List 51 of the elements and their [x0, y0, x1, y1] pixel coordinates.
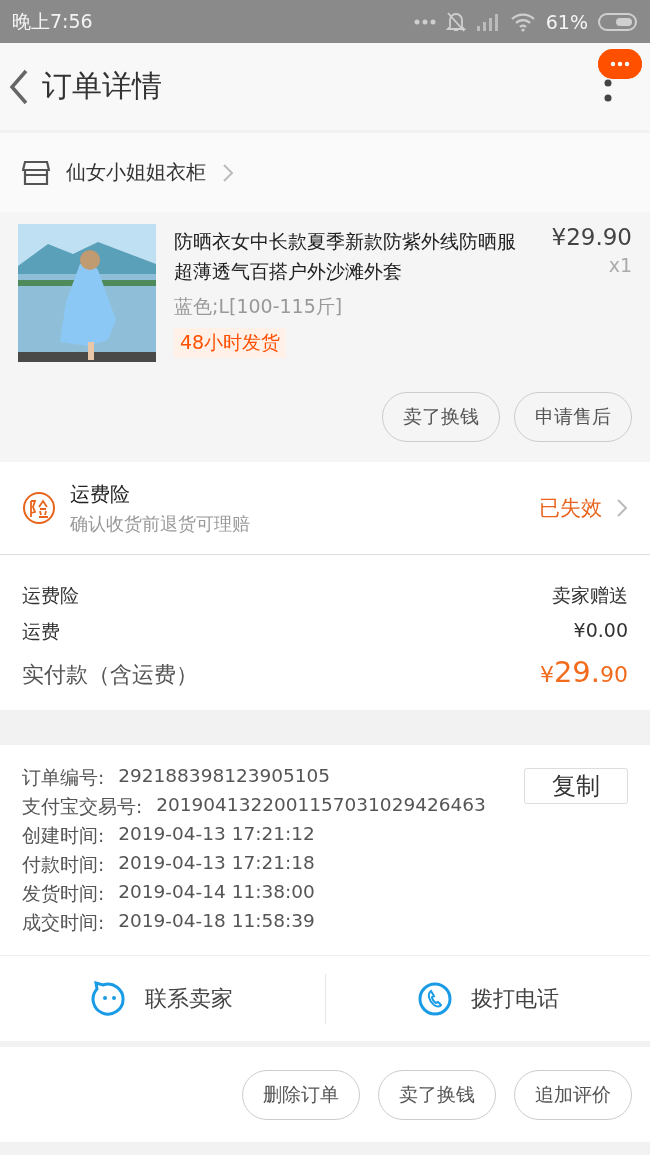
status-time: 晚上7:56: [12, 8, 93, 34]
info-value: 2019041322001157031029426463: [156, 794, 486, 817]
contact-button[interactable]: 拨打电话: [325, 956, 650, 1041]
contact-button[interactable]: 联系卖家: [0, 956, 325, 1041]
fee-label: 运费: [22, 619, 60, 644]
insurance-subtitle: 确认收货前退货可理赔: [70, 511, 251, 536]
action-button[interactable]: 卖了换钱: [378, 1069, 496, 1120]
info-label: 付款时间:: [22, 853, 105, 877]
total-label: 实付款（含运费）: [22, 661, 198, 689]
info-value: 2019-04-14 11:38:00: [118, 881, 315, 904]
product-spec: 蓝色;L[100-115斤]: [174, 294, 344, 319]
phone-icon: [416, 980, 453, 1017]
page-title: 订单详情: [42, 67, 162, 105]
info-value: 2019-04-18 11:58:39: [118, 910, 315, 933]
fee-value: ¥0.00: [573, 619, 628, 643]
product-quantity: x1: [608, 254, 632, 276]
info-value: 2019-04-13 17:21:18: [118, 852, 315, 875]
fee-value: 卖家赠送: [552, 583, 628, 608]
product-title[interactable]: 防晒衣女中长款夏季新款防紫外线防晒服超薄透气百搭户外沙滩外套: [174, 226, 522, 286]
info-label: 创建时间:: [22, 824, 105, 848]
more-dots-icon[interactable]: [598, 49, 642, 79]
shop-name[interactable]: 仙女小姐姐衣柜: [66, 159, 206, 186]
battery-icon: [598, 11, 638, 32]
chevron-right-icon[interactable]: [222, 162, 234, 183]
chat-face-icon: [91, 980, 128, 1017]
wifi-icon: [509, 11, 536, 32]
store-icon: [22, 159, 50, 186]
info-value: 2019-04-13 17:21:12: [118, 823, 315, 846]
insurance-icon: [22, 491, 56, 525]
action-button[interactable]: 追加评价: [514, 1069, 632, 1120]
info-label: 订单编号:: [22, 766, 105, 790]
product-price: ¥29.90: [551, 224, 632, 250]
copy-button[interactable]: 复制: [524, 768, 628, 804]
action-button[interactable]: 申请售后: [514, 392, 632, 442]
total-price: ¥29.90: [539, 655, 628, 689]
signal-icon: [475, 11, 500, 32]
chevron-right-icon[interactable]: [616, 498, 628, 518]
bell-off-icon: [445, 10, 466, 33]
info-label: 支付宝交易号:: [22, 795, 143, 819]
info-value: 292188398123905105: [118, 765, 331, 788]
action-button[interactable]: 卖了换钱: [382, 392, 500, 442]
more-dots-icon: [413, 18, 436, 25]
battery-percent: 61%: [545, 10, 588, 33]
info-label: 成交时间:: [22, 911, 105, 935]
action-button[interactable]: 删除订单: [242, 1069, 360, 1120]
shipping-tag: 48小时发货: [174, 328, 287, 358]
info-label: 发货时间:: [22, 882, 105, 906]
more-icon[interactable]: [604, 79, 612, 103]
insurance-title: 运费险: [70, 480, 131, 508]
fee-label: 运费险: [22, 583, 79, 608]
back-icon[interactable]: [8, 67, 30, 106]
